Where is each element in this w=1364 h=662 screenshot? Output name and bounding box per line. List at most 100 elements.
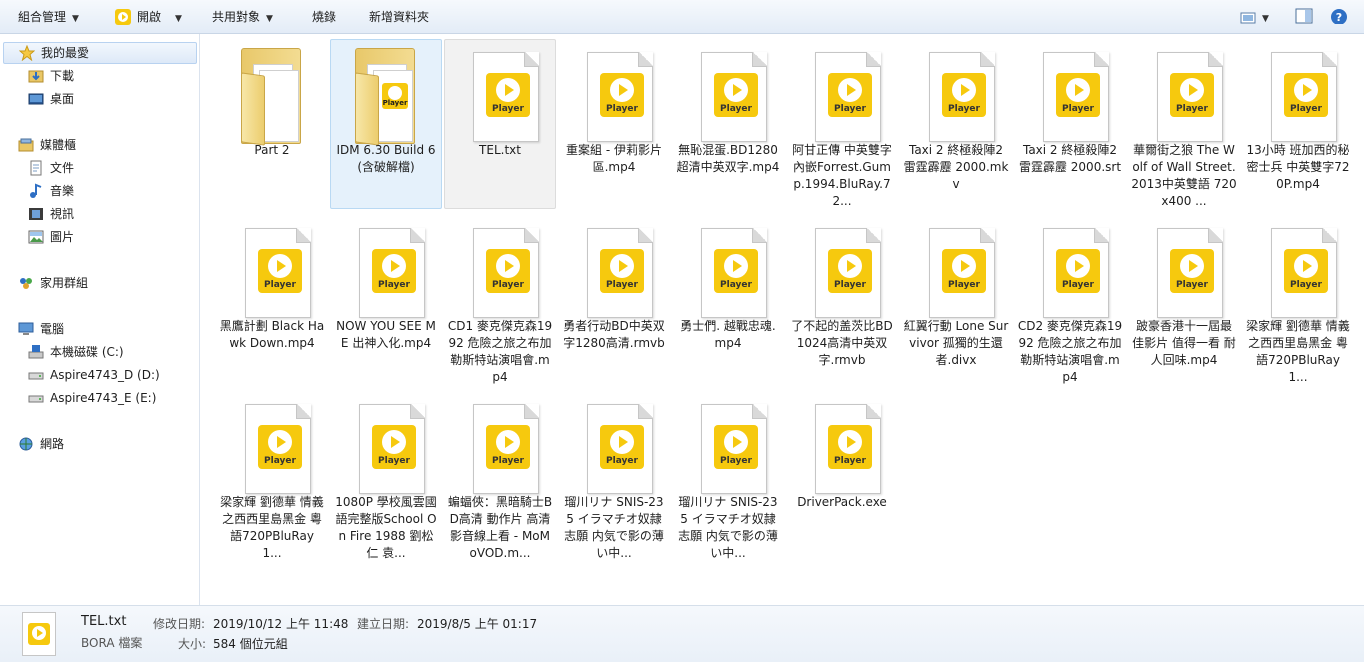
file-item[interactable]: Player 無恥混蛋.BD1280超清中英双字.mp4 bbox=[672, 39, 784, 209]
nav-videos[interactable]: 視訊 bbox=[28, 203, 74, 225]
nav-drive-d[interactable]: Aspire4743_D (D:) bbox=[28, 364, 160, 386]
player-file-icon: Player bbox=[1263, 220, 1337, 320]
file-name-label: 跛豪香港十一屆最佳影片 值得一看 耐人回味.mp4 bbox=[1132, 319, 1236, 367]
organize-button[interactable]: 組合管理 ▼ bbox=[18, 4, 79, 30]
player-file-icon: Player bbox=[1149, 44, 1223, 144]
help-icon[interactable]: ? bbox=[1330, 8, 1348, 24]
file-item[interactable]: Player DriverPack.exe bbox=[786, 391, 898, 561]
video-icon bbox=[28, 206, 44, 222]
star-icon bbox=[18, 44, 36, 62]
file-item[interactable]: Player 蝙蝠俠：黑暗騎士BD高清 動作片 高清影音線上看 - MoMoVOD… bbox=[444, 391, 556, 561]
file-name-label: 梁家輝 劉德華 情義之西西里島黑金 粵語720PBluRay 1... bbox=[1246, 319, 1350, 384]
nav-computer-label: 電腦 bbox=[40, 322, 65, 336]
drive-icon bbox=[28, 367, 44, 383]
nav-desktop[interactable]: 桌面 bbox=[28, 88, 74, 110]
player-file-icon: Player bbox=[465, 220, 539, 320]
file-name-label: 1080P 學校風雲國語完整版School On Fire 1988 劉松仁 袁… bbox=[335, 495, 437, 560]
file-item[interactable]: Player CD1 麥克傑克森1992 危險之旅之布加勒斯特站演唱會.mp4 bbox=[444, 215, 556, 385]
player-file-icon: Player bbox=[693, 396, 767, 496]
file-item[interactable]: Player 紅翼行動 Lone Survivor 孤獨的生還者.divx bbox=[900, 215, 1012, 385]
file-name-label: 華爾街之狼 The Wolf of Wall Street.2013中英雙語 7… bbox=[1131, 143, 1237, 208]
organize-label: 組合管理 bbox=[18, 10, 67, 24]
file-name-label: IDM 6.30 Build 6 (含破解檔) bbox=[336, 143, 436, 174]
file-name-label: 瑠川リナ SNIS-235 イラマチオ奴隷志願 内気で影の薄い中... bbox=[564, 495, 664, 560]
file-item[interactable]: Player 勇士們. 越戰忠魂.mp4 bbox=[672, 215, 784, 385]
player-file-icon: Player bbox=[465, 44, 539, 144]
change-view-button[interactable]: ▼ bbox=[1240, 4, 1269, 30]
file-name-label: 無恥混蛋.BD1280超清中英双字.mp4 bbox=[676, 143, 780, 174]
nav-homegroup-label: 家用群組 bbox=[40, 276, 89, 290]
file-name-label: 阿甘正傳 中英雙字內嵌Forrest.Gump.1994.BluRay.72..… bbox=[792, 143, 892, 208]
file-item[interactable]: Player 勇者行动BD中英双字1280高清.rmvb bbox=[558, 215, 670, 385]
open-button[interactable]: 開啟 ▼ bbox=[115, 4, 182, 30]
modified-label: 修改日期: bbox=[153, 617, 206, 631]
nav-libraries-label: 媒體櫃 bbox=[40, 138, 77, 152]
file-item[interactable]: Player 瑠川リナ SNIS-235 イラマチオ奴隷志願 内気で影の薄い中..… bbox=[672, 391, 784, 561]
file-item[interactable]: Player 瑠川リナ SNIS-235 イラマチオ奴隷志願 内気で影の薄い中..… bbox=[558, 391, 670, 561]
nav-downloads[interactable]: 下載 bbox=[28, 65, 74, 87]
file-item[interactable]: Player 黑鷹計劃 Black Hawk Down.mp4 bbox=[216, 215, 328, 385]
player-file-icon: Player bbox=[351, 396, 425, 496]
player-file-icon: Player bbox=[1035, 220, 1109, 320]
file-name-label: 黑鷹計劃 Black Hawk Down.mp4 bbox=[219, 319, 325, 350]
new-folder-button[interactable]: 新增資料夾 bbox=[369, 4, 429, 30]
folder-icon bbox=[237, 44, 309, 146]
player-file-icon: Player bbox=[693, 220, 767, 320]
preview-pane-icon[interactable] bbox=[1295, 8, 1313, 24]
nav-drive-e[interactable]: Aspire4743_E (E:) bbox=[28, 387, 156, 409]
folder-icon: Player bbox=[351, 44, 423, 146]
nav-libraries[interactable]: 媒體櫃 bbox=[18, 134, 76, 156]
nav-videos-label: 視訊 bbox=[50, 207, 75, 221]
file-item[interactable]: Player 華爾街之狼 The Wolf of Wall Street.2013… bbox=[1128, 39, 1240, 209]
nav-network[interactable]: 網路 bbox=[18, 433, 64, 455]
nav-homegroup[interactable]: 家用群組 bbox=[18, 272, 88, 294]
nav-network-label: 網路 bbox=[40, 437, 65, 451]
nav-computer[interactable]: 電腦 bbox=[18, 318, 64, 340]
desktop-icon bbox=[28, 91, 44, 107]
burn-button[interactable]: 燒錄 bbox=[312, 4, 336, 30]
file-item[interactable]: Player 了不起的盖茨比BD1024高清中英双字.rmvb bbox=[786, 215, 898, 385]
chevron-down-icon: ▼ bbox=[175, 14, 182, 24]
chevron-down-icon: ▼ bbox=[1262, 14, 1269, 24]
file-name-label: 蝙蝠俠：黑暗騎士BD高清 動作片 高清影音線上看 - MoMoVOD.m... bbox=[447, 495, 553, 560]
file-name-label: DriverPack.exe bbox=[797, 495, 887, 509]
nav-drive-e-label: Aspire4743_E (E:) bbox=[50, 391, 157, 405]
file-name-label: 紅翼行動 Lone Survivor 孤獨的生還者.divx bbox=[903, 319, 1009, 367]
file-item[interactable]: Player 13小時 班加西的秘密士兵 中英雙字720P.mp4 bbox=[1242, 39, 1354, 209]
player-file-icon: Player bbox=[807, 44, 881, 144]
svg-text:?: ? bbox=[1336, 11, 1342, 24]
nav-pictures[interactable]: 圖片 bbox=[28, 226, 74, 248]
player-app-icon bbox=[115, 8, 131, 25]
nav-music[interactable]: 音樂 bbox=[28, 180, 74, 202]
file-name-label: Taxi 2 終極殺陣2 雷霆霹靂 2000.srt bbox=[1018, 143, 1122, 174]
nav-favorites[interactable]: 我的最愛 bbox=[3, 42, 197, 64]
file-item[interactable]: Player 1080P 學校風雲國語完整版School On Fire 1988… bbox=[330, 391, 442, 561]
player-file-icon: Player bbox=[351, 220, 425, 320]
file-item[interactable]: Player NOW YOU SEE ME 出神入化.mp4 bbox=[330, 215, 442, 385]
folder-item[interactable]: Part 2 bbox=[216, 39, 328, 209]
file-item[interactable]: Player 梁家輝 劉德華 情義之西西里島黑金 粵語720PBluRay 1..… bbox=[216, 391, 328, 561]
file-item[interactable]: Player TEL.txt bbox=[444, 39, 556, 209]
navigation-pane: 我的最愛 下載 桌面 媒體櫃 文件 音樂 視訊 圖片 家用群組 電腦 本機磁碟 … bbox=[0, 34, 200, 605]
network-icon bbox=[18, 436, 34, 452]
size-value: 584 個位元組 bbox=[213, 637, 288, 651]
player-file-icon: Player bbox=[693, 44, 767, 144]
player-file-icon: Player bbox=[579, 396, 653, 496]
folder-item[interactable]: Player IDM 6.30 Build 6 (含破解檔) bbox=[330, 39, 442, 209]
nav-downloads-label: 下載 bbox=[50, 69, 75, 83]
nav-documents[interactable]: 文件 bbox=[28, 157, 74, 179]
player-file-icon: Player bbox=[579, 44, 653, 144]
file-name-label: 梁家輝 劉德華 情義之西西里島黑金 粵語720PBluRay 1... bbox=[220, 495, 324, 560]
file-item[interactable]: Player 跛豪香港十一屆最佳影片 值得一看 耐人回味.mp4 bbox=[1128, 215, 1240, 385]
file-item[interactable]: Player Taxi 2 終極殺陣2 雷霆霹靂 2000.srt bbox=[1014, 39, 1126, 209]
nav-drive-c[interactable]: 本機磁碟 (C:) bbox=[28, 341, 124, 363]
nav-pictures-label: 圖片 bbox=[50, 230, 75, 244]
file-name-label: CD1 麥克傑克森1992 危險之旅之布加勒斯特站演唱會.mp4 bbox=[447, 319, 553, 384]
file-item[interactable]: Player CD2 麥克傑克森1992 危險之旅之布加勒斯特站演唱會.mp4 bbox=[1014, 215, 1126, 385]
file-item[interactable]: Player Taxi 2 終極殺陣2 雷霆霹靂 2000.mkv bbox=[900, 39, 1012, 209]
share-button[interactable]: 共用對象 ▼ bbox=[212, 4, 273, 30]
file-item[interactable]: Player 梁家輝 劉德華 情義之西西里島黑金 粵語720PBluRay 1..… bbox=[1242, 215, 1354, 385]
drive-icon bbox=[28, 390, 44, 406]
file-item[interactable]: Player 重案組 - 伊莉影片區.mp4 bbox=[558, 39, 670, 209]
file-item[interactable]: Player 阿甘正傳 中英雙字內嵌Forrest.Gump.1994.BluRa… bbox=[786, 39, 898, 209]
